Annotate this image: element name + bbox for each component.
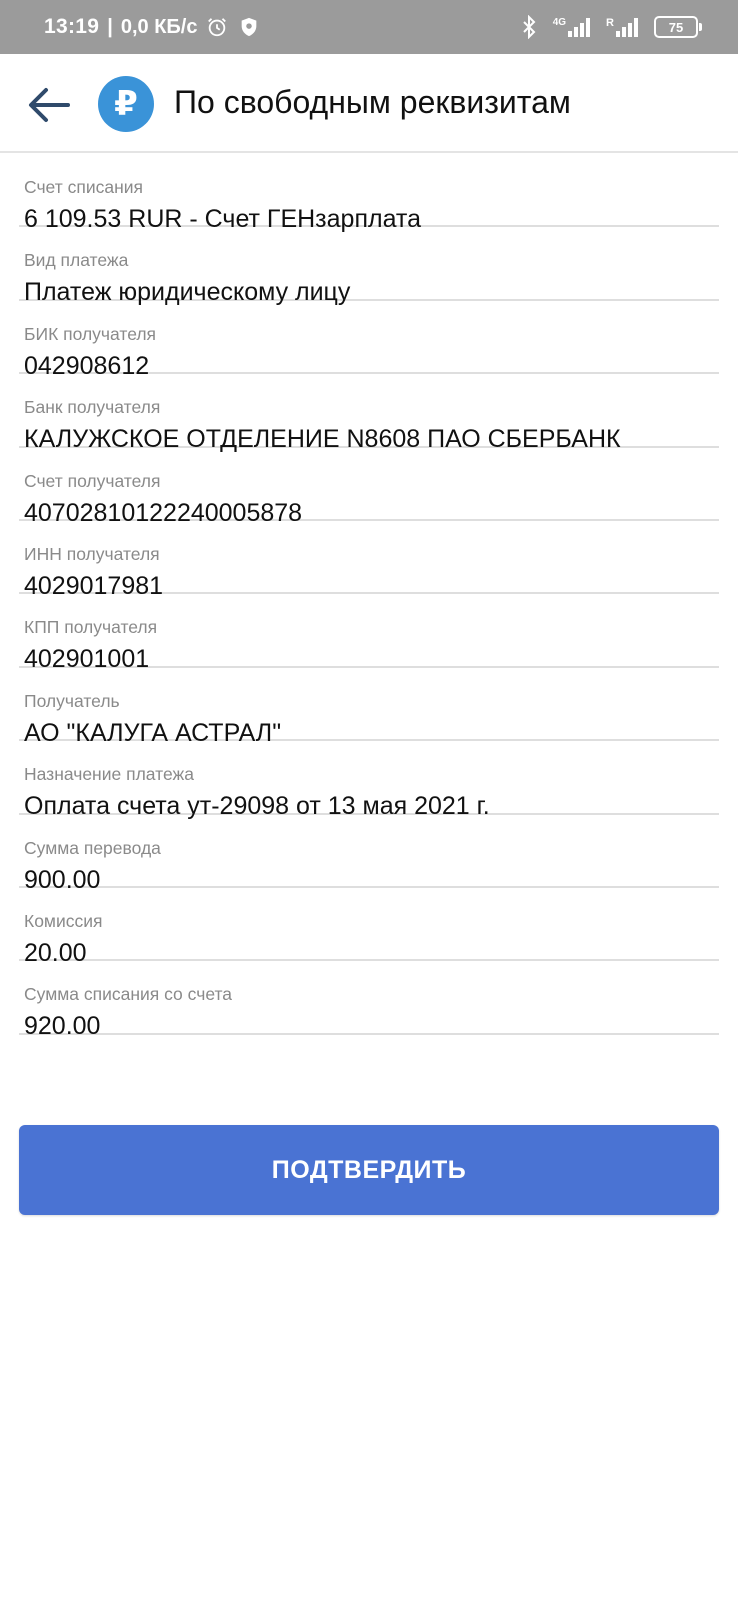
status-separator: | xyxy=(107,15,113,38)
ruble-symbol: ₽ xyxy=(114,84,138,124)
back-button[interactable] xyxy=(24,81,72,129)
field-label: Счет списания xyxy=(24,177,143,197)
confirm-button[interactable]: ПОДТВЕРДИТЬ xyxy=(19,1125,719,1215)
signal-4g: 4G xyxy=(553,17,594,37)
status-network-speed: 0,0 КБ/с xyxy=(120,15,198,38)
field-total-debit[interactable]: Сумма списания со счета 920.00 xyxy=(19,961,719,1040)
status-left: 13:19 | 0,0 КБ/с xyxy=(44,0,261,54)
field-label: Комиссия xyxy=(24,910,103,931)
field-recipient-bank[interactable]: Банк получателя КАЛУЖСКОЕ ОТДЕЛЕНИЕ N860… xyxy=(19,374,719,453)
roaming-label: R xyxy=(606,17,614,29)
signal-bars-icon xyxy=(568,18,591,37)
field-transfer-amount[interactable]: Сумма перевода 900.00 xyxy=(19,815,719,894)
status-bar: 13:19 | 0,0 КБ/с 4G R 75 xyxy=(0,0,738,54)
battery-level: 75 xyxy=(668,19,684,35)
field-payment-type[interactable]: Вид платежа Платеж юридическому лицу xyxy=(19,227,719,306)
field-recipient[interactable]: Получатель АО "КАЛУГА АСТРАЛ" xyxy=(19,668,719,747)
field-recipient-bik[interactable]: БИК получателя 042908612 xyxy=(19,301,719,380)
status-right: 4G R 75 xyxy=(517,0,702,54)
network-type-label: 4G xyxy=(552,17,567,28)
ruble-icon: ₽ xyxy=(98,76,154,132)
field-debit-account[interactable]: Счет списания 6 109.53 RUR - Счет ГЕНзар… xyxy=(19,154,719,233)
field-recipient-account[interactable]: Счет получателя 40702810122240005878 xyxy=(19,448,719,527)
bluetooth-icon xyxy=(517,15,541,39)
page-title: По свободным реквизитам xyxy=(174,84,571,120)
shield-icon xyxy=(237,15,261,39)
field-value: КАЛУЖСКОЕ ОТДЕЛЕНИЕ N8608 ПАО СБЕРБАНК xyxy=(24,425,621,454)
field-label: Получатель xyxy=(24,690,120,711)
field-recipient-kpp[interactable]: КПП получателя 402901001 xyxy=(19,594,719,673)
field-payment-purpose[interactable]: Назначение платежа Оплата счета ут-29098… xyxy=(19,741,719,820)
field-label: БИК получателя xyxy=(24,323,157,344)
payment-details-list: Счет списания 6 109.53 RUR - Счет ГЕНзар… xyxy=(19,154,719,1040)
app-bar: ₽ По свободным реквизитам xyxy=(0,54,738,153)
signal-roaming: R xyxy=(606,17,642,37)
alarm-icon xyxy=(205,15,229,39)
field-recipient-inn[interactable]: ИНН получателя 4029017981 xyxy=(19,521,719,600)
status-time: 13:19 xyxy=(44,15,100,38)
field-commission[interactable]: Комиссия 20.00 xyxy=(19,888,719,967)
battery-icon: 75 xyxy=(654,16,702,38)
arrow-left-icon xyxy=(29,88,70,122)
field-value: 920.00 xyxy=(24,1012,101,1041)
signal-bars-icon xyxy=(616,18,638,37)
field-label: Сумма списания со счета xyxy=(24,984,233,1005)
